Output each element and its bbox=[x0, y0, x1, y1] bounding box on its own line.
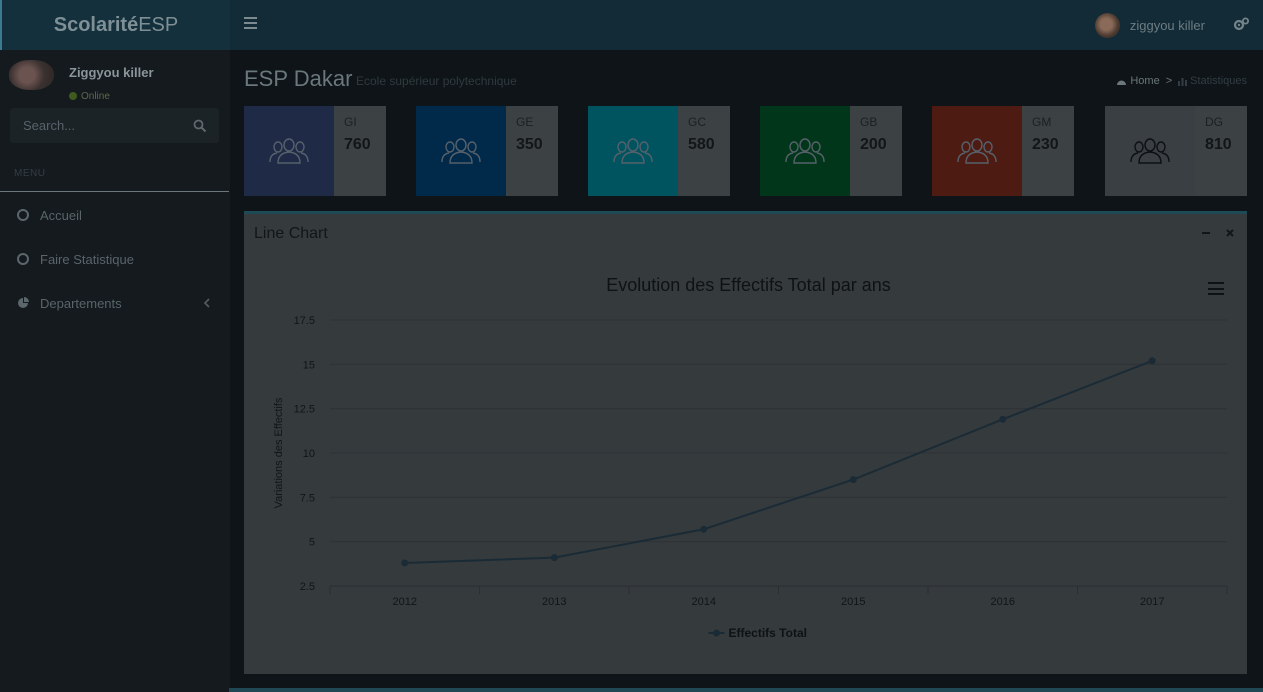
y-tick-label: 2.5 bbox=[300, 581, 315, 593]
breadcrumb-current: Statistiques bbox=[1178, 75, 1247, 87]
info-box-value: 810 bbox=[1205, 136, 1232, 153]
info-box-ge: GE 350 bbox=[416, 106, 558, 196]
breadcrumb-home-label: Home bbox=[1130, 75, 1160, 87]
users-icon bbox=[269, 138, 309, 164]
users-icon bbox=[957, 138, 997, 164]
info-box-icon-area bbox=[760, 106, 850, 196]
page-title: ESP Dakar bbox=[244, 66, 353, 91]
info-box-label: GM bbox=[1032, 115, 1052, 129]
y-tick-label: 10 bbox=[303, 448, 315, 460]
info-box-gi: GI 760 bbox=[244, 106, 386, 196]
info-box-label: DG bbox=[1205, 115, 1223, 129]
y-tick-label: 15 bbox=[303, 359, 315, 371]
line-chart-box: Line Chart Evolution des Effectifs Total… bbox=[244, 211, 1247, 674]
circle-icon bbox=[17, 253, 29, 265]
top-navbar: ziggyou killer bbox=[230, 0, 1263, 50]
y-tick-label: 17.5 bbox=[294, 315, 315, 327]
menu-divider bbox=[0, 191, 229, 192]
x-tick-label: 2013 bbox=[542, 596, 566, 608]
x-tick-label: 2012 bbox=[393, 596, 417, 608]
sidebar-user-name: Ziggyou killer bbox=[69, 65, 154, 80]
info-box-icon-area bbox=[588, 106, 678, 196]
circle-icon bbox=[17, 209, 29, 221]
data-point bbox=[849, 476, 857, 484]
gears-icon[interactable] bbox=[1233, 17, 1249, 31]
chevron-left-icon bbox=[203, 298, 210, 308]
x-tick-label: 2016 bbox=[991, 596, 1015, 608]
sidebar-item-label: Faire Statistique bbox=[40, 251, 134, 267]
footer-bar bbox=[229, 688, 1263, 692]
sidebar-item-accueil[interactable]: Accueil bbox=[0, 197, 229, 233]
pie-chart-icon bbox=[18, 297, 29, 308]
users-icon bbox=[785, 138, 825, 164]
y-tick-label: 7.5 bbox=[300, 492, 315, 504]
page-subtitle: Ecole supérieur polytechnique bbox=[356, 74, 517, 88]
chart-icon bbox=[1178, 77, 1188, 86]
legend-symbol-point bbox=[713, 629, 720, 637]
user-status: Online bbox=[69, 91, 110, 101]
info-box-icon-area bbox=[244, 106, 334, 196]
avatar bbox=[9, 60, 54, 90]
sidebar: Ziggyou killer Online MENU Accueil Faire… bbox=[0, 50, 230, 692]
info-box-label: GE bbox=[516, 115, 534, 129]
info-box-label: GB bbox=[860, 115, 878, 129]
sidebar-search bbox=[10, 108, 219, 143]
hamburger-icon[interactable] bbox=[244, 17, 257, 29]
x-tick-label: 2015 bbox=[841, 596, 865, 608]
info-box-value: 760 bbox=[344, 136, 371, 153]
x-tick-label: 2017 bbox=[1140, 596, 1164, 608]
info-box-value: 230 bbox=[1032, 136, 1059, 153]
data-point bbox=[700, 525, 708, 533]
header-user-name: ziggyou killer bbox=[1129, 17, 1205, 33]
breadcrumb-current-label: Statistiques bbox=[1190, 75, 1247, 87]
y-tick-label: 5 bbox=[309, 537, 315, 549]
sidebar-item-departements[interactable]: Departements bbox=[0, 285, 229, 321]
breadcrumb-home[interactable]: Home bbox=[1116, 75, 1160, 87]
line-chart: Evolution des Effectifs Total par ans 2.5… bbox=[273, 275, 1228, 640]
data-point bbox=[1148, 357, 1156, 365]
info-box-label: GI bbox=[344, 115, 357, 129]
search-icon[interactable] bbox=[193, 119, 207, 133]
series-line bbox=[404, 359, 1153, 564]
info-box-label: GC bbox=[688, 115, 706, 129]
sidebar-item-label: Departements bbox=[40, 295, 122, 311]
data-point bbox=[401, 559, 409, 567]
data-point bbox=[550, 554, 558, 562]
logo-rest: ESP bbox=[138, 13, 179, 36]
info-box-value: 350 bbox=[516, 136, 543, 153]
sidebar-item-label: Accueil bbox=[40, 207, 82, 223]
user-menu[interactable]: ziggyou killer bbox=[1094, 12, 1205, 38]
info-box-value: 200 bbox=[860, 136, 887, 153]
info-box-gc: GC 580 bbox=[588, 106, 730, 196]
info-box-dg: DG 810 bbox=[1105, 106, 1247, 196]
avatar bbox=[1094, 12, 1120, 38]
menu-header: MENU bbox=[14, 168, 46, 179]
info-box-icon-area bbox=[932, 106, 1022, 196]
users-icon bbox=[1130, 138, 1170, 164]
status-dot-icon bbox=[69, 92, 77, 100]
sidebar-item-faire-statistique[interactable]: Faire Statistique bbox=[0, 241, 229, 277]
y-tick-label: 12.5 bbox=[294, 404, 315, 416]
data-point bbox=[999, 415, 1007, 423]
logo-bold: Scolarité bbox=[53, 13, 139, 36]
breadcrumb: Home > Statistiques bbox=[1116, 75, 1247, 87]
breadcrumb-separator: > bbox=[1165, 75, 1173, 87]
app-logo[interactable]: Scolarité ESP bbox=[0, 0, 230, 50]
info-box-icon-area bbox=[416, 106, 506, 196]
info-box-gm: GM 230 bbox=[932, 106, 1074, 196]
y-axis-label: Variations des Effectifs bbox=[273, 397, 285, 508]
users-icon bbox=[441, 138, 481, 164]
dashboard-icon bbox=[1117, 80, 1127, 85]
search-input[interactable] bbox=[10, 108, 185, 143]
chart-title: Evolution des Effectifs Total par ans bbox=[606, 275, 891, 295]
info-box-gb: GB 200 bbox=[760, 106, 902, 196]
status-label: Online bbox=[81, 91, 110, 101]
legend-label: Effectifs Total bbox=[729, 626, 807, 640]
users-icon bbox=[613, 138, 653, 164]
info-box-icon-area bbox=[1105, 106, 1195, 196]
info-box-value: 580 bbox=[688, 136, 715, 153]
user-panel: Ziggyou killer Online bbox=[8, 58, 223, 103]
x-tick-label: 2014 bbox=[692, 596, 716, 608]
